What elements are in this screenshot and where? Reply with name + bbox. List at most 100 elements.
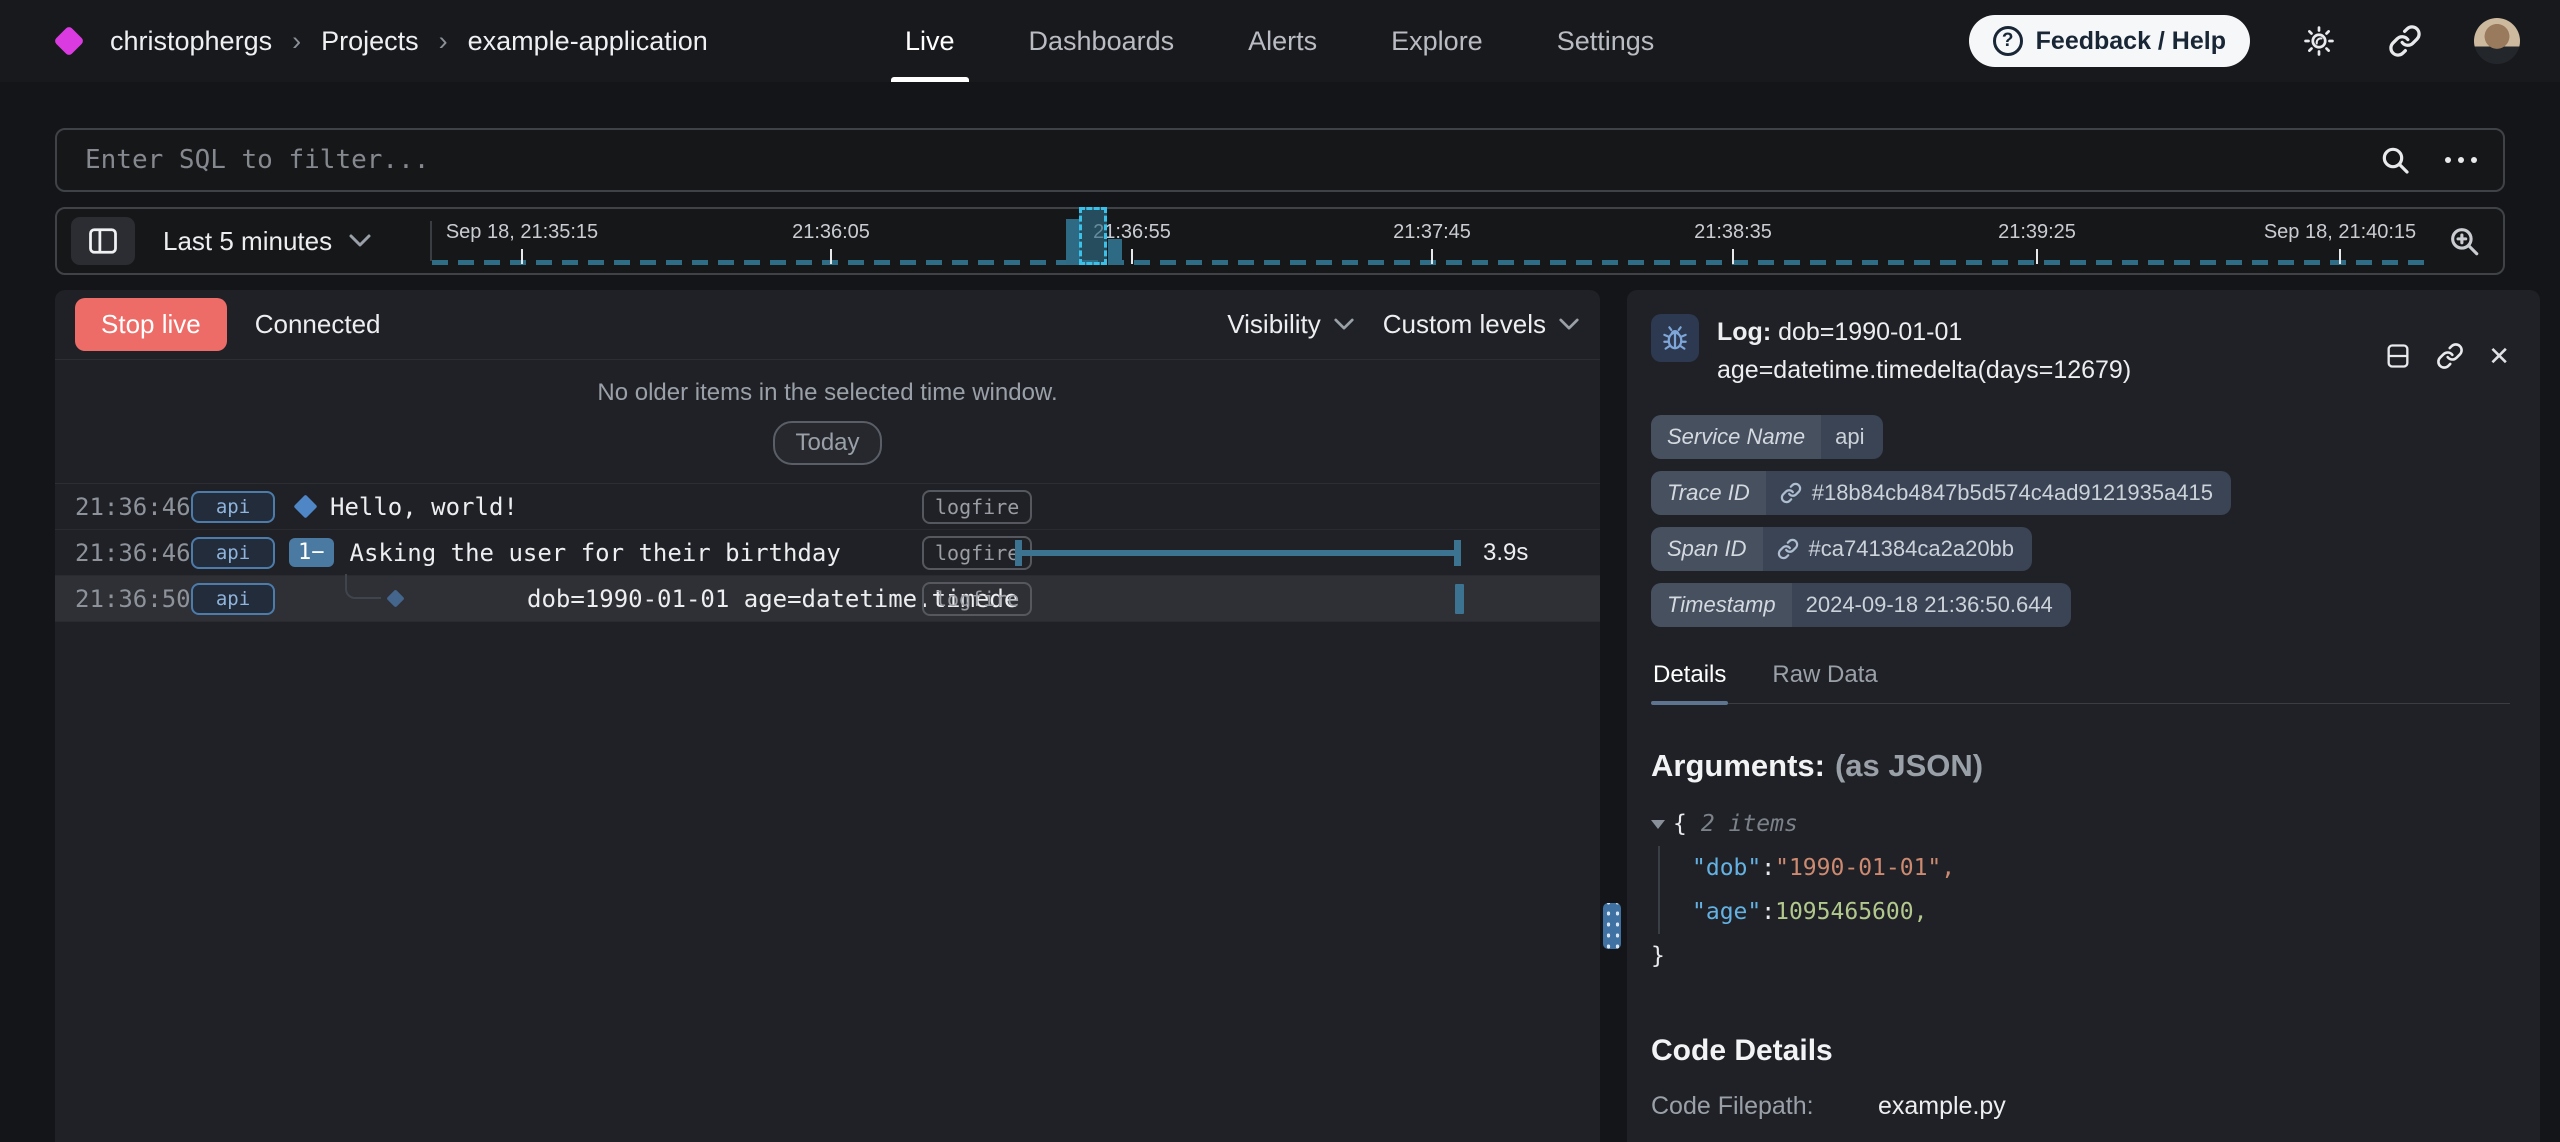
live-panel-header: Stop live Connected Visibility Custom le… bbox=[55, 290, 1600, 360]
permalink-icon[interactable] bbox=[2436, 342, 2464, 370]
share-link-icon[interactable] bbox=[2388, 24, 2422, 58]
service-badge[interactable]: api bbox=[191, 491, 275, 523]
feedback-help-button[interactable]: ? Feedback / Help bbox=[1969, 15, 2250, 67]
log-diamond-icon bbox=[386, 589, 404, 607]
log-time: 21:36:46 bbox=[55, 539, 167, 567]
log-row[interactable]: 21:36:46 api 1− Asking the user for thei… bbox=[55, 530, 1600, 576]
theme-toggle-icon[interactable] bbox=[2302, 24, 2336, 58]
log-message: Asking the user for their birthday bbox=[350, 539, 841, 567]
navbar-right-controls: ? Feedback / Help bbox=[1969, 15, 2520, 67]
chevron-right-icon: › bbox=[439, 26, 448, 57]
sql-filter-input[interactable] bbox=[83, 144, 2379, 176]
span-id-pill[interactable]: Span ID #ca741384ca2a20bb bbox=[1651, 527, 2032, 571]
json-entry: "dob": "1990-01-01", bbox=[1692, 846, 2510, 890]
timeline-tick-mark bbox=[2339, 249, 2341, 264]
log-position-tick bbox=[1455, 584, 1464, 614]
bug-icon bbox=[1651, 314, 1699, 362]
histogram-bar[interactable] bbox=[1066, 219, 1080, 265]
panel-splitter-handle[interactable] bbox=[1603, 903, 1621, 949]
link-icon bbox=[1777, 538, 1799, 560]
timeline-tick-mark bbox=[830, 249, 832, 264]
tab-settings[interactable]: Settings bbox=[1557, 0, 1655, 82]
time-range-dropdown[interactable]: Last 5 minutes bbox=[163, 226, 372, 257]
details-header: Log: dob=1990-01-01 age=datetime.timedel… bbox=[1651, 314, 2510, 389]
details-title-line1: dob=1990-01-01 bbox=[1778, 318, 1962, 346]
pill-label: Timestamp bbox=[1651, 583, 1792, 627]
visibility-dropdown[interactable]: Visibility bbox=[1227, 309, 1354, 340]
tab-details[interactable]: Details bbox=[1651, 661, 1728, 703]
code-filepath-label: Code Filepath: bbox=[1651, 1092, 1871, 1121]
timeline-tick-label: 21:37:45 bbox=[1393, 221, 1471, 244]
logfire-logo-icon[interactable] bbox=[53, 25, 84, 56]
top-navbar: christophergs › Projects › example-appli… bbox=[0, 0, 2560, 82]
breadcrumb-projects[interactable]: Projects bbox=[321, 26, 419, 57]
span-duration-label: 3.9s bbox=[1483, 539, 1528, 567]
timeline-tick-label: Sep 18, 21:35:15 bbox=[446, 221, 598, 244]
timeline-strip[interactable]: Sep 18, 21:35:15 21:36:05 21:36:55 21:37… bbox=[432, 209, 2431, 273]
code-filepath-value: example.py bbox=[1878, 1092, 2006, 1120]
timeline-tick-mark bbox=[521, 249, 523, 264]
tab-explore[interactable]: Explore bbox=[1391, 0, 1483, 82]
arguments-heading: Arguments:(as JSON) bbox=[1651, 748, 2510, 784]
span-duration-bar bbox=[1015, 540, 1461, 566]
service-badge[interactable]: api bbox=[191, 583, 275, 615]
log-row-selected[interactable]: 21:36:50 api dob=1990-01-01 age=datetime… bbox=[55, 576, 1600, 622]
tab-dashboards[interactable]: Dashboards bbox=[1029, 0, 1175, 82]
today-button[interactable]: Today bbox=[773, 421, 881, 465]
more-options-icon[interactable] bbox=[2445, 157, 2477, 163]
empty-window-notice: No older items in the selected time wind… bbox=[55, 360, 1600, 484]
logfire-tag[interactable]: logfire bbox=[922, 490, 1032, 524]
tab-alerts[interactable]: Alerts bbox=[1248, 0, 1317, 82]
close-icon[interactable]: ✕ bbox=[2488, 343, 2510, 369]
chevron-down-icon bbox=[348, 233, 372, 249]
span-id-value: #ca741384ca2a20bb bbox=[1809, 536, 2015, 562]
pill-label: Span ID bbox=[1651, 527, 1763, 571]
collapse-children-badge[interactable]: 1− bbox=[289, 538, 334, 567]
json-open-brace: { bbox=[1673, 811, 1687, 837]
breadcrumb-project[interactable]: example-application bbox=[468, 26, 708, 57]
time-range-label: Last 5 minutes bbox=[163, 226, 332, 257]
chevron-down-icon[interactable] bbox=[1651, 820, 1665, 829]
sidebar-toggle-button[interactable] bbox=[71, 217, 135, 265]
empty-message: No older items in the selected time wind… bbox=[597, 379, 1057, 407]
timestamp-pill: Timestamp 2024-09-18 21:36:50.644 bbox=[1651, 583, 2071, 627]
stop-live-button[interactable]: Stop live bbox=[75, 298, 227, 351]
log-diamond-icon bbox=[293, 494, 317, 518]
histogram-bar[interactable] bbox=[1108, 239, 1122, 265]
breadcrumb-org[interactable]: christophergs bbox=[110, 26, 272, 57]
split-view-icon[interactable] bbox=[2384, 342, 2412, 370]
details-title-prefix: Log: bbox=[1717, 318, 1771, 346]
feedback-help-label: Feedback / Help bbox=[2036, 27, 2226, 56]
custom-levels-dropdown[interactable]: Custom levels bbox=[1383, 309, 1580, 340]
log-time: 21:36:50 bbox=[55, 585, 167, 613]
zoom-in-icon[interactable] bbox=[2447, 224, 2481, 258]
sql-filter-bar bbox=[55, 128, 2505, 192]
code-details-heading: Code Details bbox=[1651, 1034, 2510, 1068]
timeline-bar: Last 5 minutes Sep 18, 21:35:15 21:36:05… bbox=[55, 207, 2505, 275]
details-tabs: Details Raw Data bbox=[1651, 661, 2510, 704]
tree-elbow-connector bbox=[345, 574, 381, 599]
log-message: Hello, world! bbox=[330, 493, 518, 521]
json-items-note: 2 items bbox=[1701, 811, 1798, 837]
tab-raw-data[interactable]: Raw Data bbox=[1770, 661, 1879, 703]
link-icon bbox=[1780, 482, 1802, 504]
pill-value: 2024-09-18 21:36:50.644 bbox=[1792, 583, 2071, 627]
pill-value: api bbox=[1821, 415, 1882, 459]
search-icon[interactable] bbox=[2379, 144, 2411, 176]
json-open-line: { 2 items bbox=[1651, 802, 2510, 846]
log-details-panel: Log: dob=1990-01-01 age=datetime.timedel… bbox=[1627, 290, 2540, 1142]
timeline-tick-label: 21:36:05 bbox=[792, 221, 870, 244]
tab-live[interactable]: Live bbox=[905, 0, 955, 82]
histogram-bar-selected[interactable] bbox=[1079, 207, 1107, 265]
pill-label: Service Name bbox=[1651, 415, 1821, 459]
json-key: "age" bbox=[1692, 899, 1761, 925]
connection-status: Connected bbox=[255, 309, 381, 340]
service-badge[interactable]: api bbox=[191, 537, 275, 569]
user-avatar[interactable] bbox=[2474, 18, 2520, 64]
service-name-pill: Service Name api bbox=[1651, 415, 1883, 459]
logfire-tag[interactable]: logfire bbox=[922, 582, 1032, 616]
json-number-value: 1095465600, bbox=[1775, 899, 1927, 925]
main-nav-tabs: Live Dashboards Alerts Explore Settings bbox=[905, 0, 1654, 82]
log-row[interactable]: 21:36:46 api Hello, world! logfire bbox=[55, 484, 1600, 530]
trace-id-pill[interactable]: Trace ID #18b84cb4847b5d574c4ad9121935a4… bbox=[1651, 471, 2231, 515]
